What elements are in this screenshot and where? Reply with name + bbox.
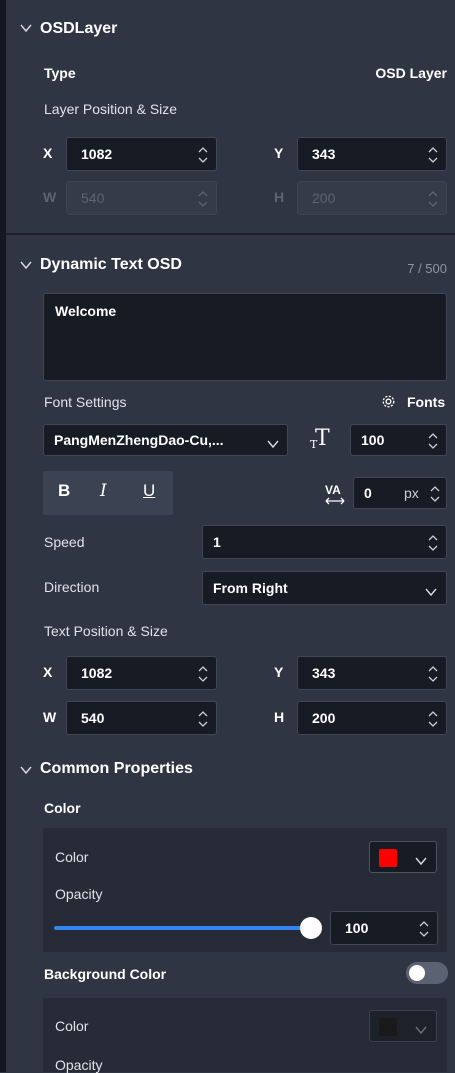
- layer-h-input: 200: [297, 181, 447, 215]
- background-color-label: Background Color: [44, 966, 167, 982]
- section-divider: [6, 233, 455, 235]
- opacity-slider-track[interactable]: [54, 926, 312, 930]
- spinner-icon[interactable]: [428, 432, 438, 450]
- opacity-slider-thumb[interactable]: [300, 917, 322, 939]
- type-label: Type: [44, 65, 76, 81]
- panel-edge: [0, 0, 6, 1072]
- osd-text-input[interactable]: Welcome: [43, 293, 447, 381]
- chevron-down-icon: [415, 853, 427, 871]
- bg-color-label: Color: [55, 1018, 89, 1034]
- text-position-size-label: Text Position & Size: [44, 623, 168, 639]
- char-count: 7 / 500: [407, 261, 447, 276]
- text-y-label: Y: [274, 664, 284, 680]
- color-swatch: [379, 849, 397, 867]
- layer-y-input[interactable]: 343: [297, 137, 447, 171]
- spinner-icon[interactable]: [419, 920, 429, 938]
- text-x-label: X: [43, 664, 53, 680]
- color-section-label: Color: [44, 800, 81, 816]
- color-picker-button[interactable]: [369, 841, 437, 873]
- osd-layer-title: OSDLayer: [40, 20, 118, 37]
- chevron-down-icon[interactable]: [20, 257, 32, 273]
- underline-button[interactable]: U: [143, 481, 155, 501]
- bold-button[interactable]: B: [58, 481, 70, 501]
- spinner-icon[interactable]: [428, 710, 438, 728]
- opacity-input[interactable]: 100: [330, 911, 438, 945]
- spinner-icon[interactable]: [198, 665, 208, 683]
- common-properties-title: Common Properties: [40, 760, 193, 777]
- layer-x-input[interactable]: 1082: [66, 137, 217, 171]
- fonts-link[interactable]: Fonts: [407, 394, 445, 410]
- text-x-input[interactable]: 1082: [66, 656, 217, 690]
- font-size-input[interactable]: 100: [350, 424, 447, 456]
- font-settings-label: Font Settings: [44, 394, 127, 410]
- spinner-icon[interactable]: [428, 665, 438, 683]
- spinner-icon[interactable]: [198, 146, 208, 164]
- italic-button[interactable]: I: [100, 481, 107, 501]
- chevron-down-icon: [425, 584, 437, 600]
- spinner-icon[interactable]: [198, 710, 208, 728]
- speed-input[interactable]: 1: [202, 525, 447, 559]
- direction-label: Direction: [44, 579, 100, 595]
- toggle-knob: [409, 965, 425, 981]
- gear-icon[interactable]: [381, 394, 396, 414]
- bg-opacity-label: Opacity: [55, 1057, 103, 1073]
- layer-h-label: H: [274, 189, 285, 205]
- spinner-icon[interactable]: [428, 146, 438, 164]
- text-w-input[interactable]: 540: [66, 701, 217, 735]
- font-family-select[interactable]: PangMenZhengDao-Cu,...: [43, 424, 288, 456]
- type-value: OSD Layer: [375, 65, 447, 81]
- text-y-input[interactable]: 343: [297, 656, 447, 690]
- bg-color-picker-button: [369, 1010, 437, 1042]
- layer-x-label: X: [43, 145, 53, 161]
- spinner-icon: [428, 190, 438, 208]
- chevron-down-icon[interactable]: [20, 20, 32, 36]
- letter-spacing-unit: px: [404, 485, 419, 501]
- chevron-down-icon: [267, 436, 279, 452]
- bg-color-swatch: [379, 1018, 397, 1036]
- dynamic-text-title: Dynamic Text OSD: [40, 256, 182, 273]
- letter-spacing-input[interactable]: 0 px: [353, 477, 447, 509]
- layer-y-label: Y: [274, 145, 284, 161]
- text-h-input[interactable]: 200: [297, 701, 447, 735]
- spinner-icon[interactable]: [430, 485, 440, 503]
- color-label: Color: [55, 849, 89, 865]
- spinner-icon: [198, 190, 208, 208]
- spinner-icon[interactable]: [428, 534, 438, 552]
- layer-w-input: 540: [66, 181, 217, 215]
- svg-text:VA: VA: [325, 483, 341, 497]
- letter-spacing-icon: VA: [324, 482, 346, 511]
- layer-position-size-label: Layer Position & Size: [44, 101, 178, 117]
- chevron-down-icon[interactable]: [20, 762, 32, 778]
- direction-select[interactable]: From Right: [202, 571, 447, 605]
- chevron-down-icon: [415, 1022, 427, 1040]
- opacity-label: Opacity: [55, 886, 103, 902]
- layer-w-label: W: [43, 189, 57, 205]
- font-size-icon-small: T: [310, 438, 318, 451]
- speed-label: Speed: [44, 534, 85, 550]
- background-color-toggle[interactable]: [406, 962, 448, 984]
- text-w-label: W: [43, 709, 57, 725]
- text-h-label: H: [274, 709, 285, 725]
- text-style-group: B I U: [43, 471, 173, 515]
